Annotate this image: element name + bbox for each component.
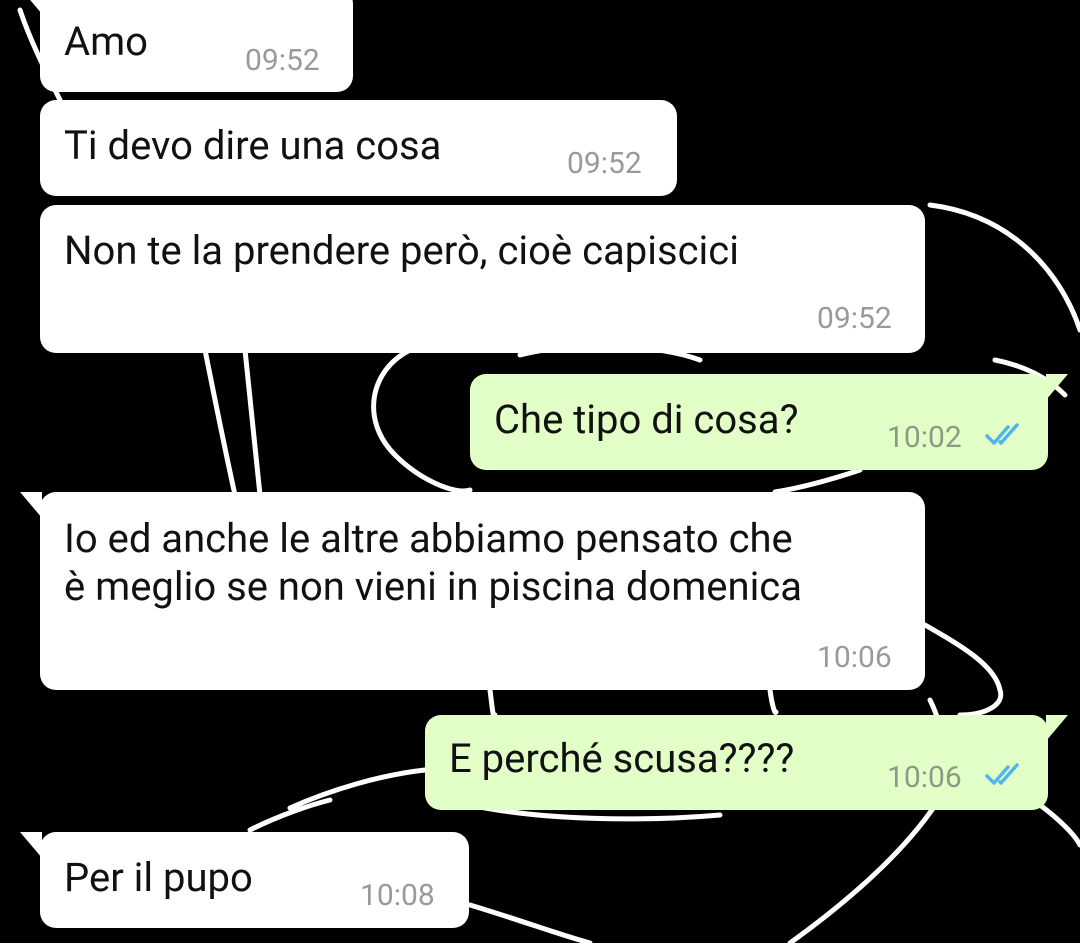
- message-timestamp: 10:08: [360, 878, 435, 913]
- message-timestamp: 09:52: [245, 43, 320, 78]
- bubble-tail: [1046, 715, 1068, 741]
- message-bubble-incoming[interactable]: Ti devo dire una cosa 09:52: [40, 100, 677, 196]
- message-text: Ti devo dire una cosa: [64, 122, 442, 169]
- bubble-tail: [20, 832, 42, 858]
- message-text: E perché scusa????: [449, 735, 795, 782]
- message-text: Amo: [64, 18, 148, 65]
- message-bubble-outgoing[interactable]: E perché scusa???? 10:06: [425, 715, 1068, 810]
- message-timestamp: 10:02: [887, 420, 962, 455]
- double-check-icon: [985, 763, 1019, 785]
- message-text: Non te la prendere però, cioè capiscici: [64, 227, 739, 274]
- message-text: Io ed anche le altre abbiamo pensato che…: [64, 515, 802, 610]
- message-timestamp: 09:52: [817, 301, 892, 336]
- bubble-tail: [1046, 374, 1068, 400]
- message-timestamp: 09:52: [567, 146, 642, 181]
- message-text: Che tipo di cosa?: [494, 396, 799, 443]
- message-bubble-incoming[interactable]: Non te la prendere però, cioè capiscici …: [40, 205, 925, 353]
- bubble-tail: [20, 0, 42, 14]
- message-bubble-incoming[interactable]: Amo 09:52: [20, 0, 353, 92]
- message-timestamp: 10:06: [817, 640, 892, 675]
- double-check-icon: [985, 423, 1019, 445]
- bubble-tail: [20, 492, 42, 518]
- chat-screen: Amo 09:52 Ti devo dire una cosa 09:52 No…: [0, 0, 1080, 943]
- message-bubble-incoming[interactable]: Io ed anche le altre abbiamo pensato che…: [20, 492, 925, 690]
- message-timestamp: 10:06: [887, 760, 962, 795]
- message-text: Per il pupo: [64, 854, 253, 901]
- message-bubble-outgoing[interactable]: Che tipo di cosa? 10:02: [470, 374, 1068, 470]
- message-bubble-incoming[interactable]: Per il pupo 10:08: [20, 832, 469, 928]
